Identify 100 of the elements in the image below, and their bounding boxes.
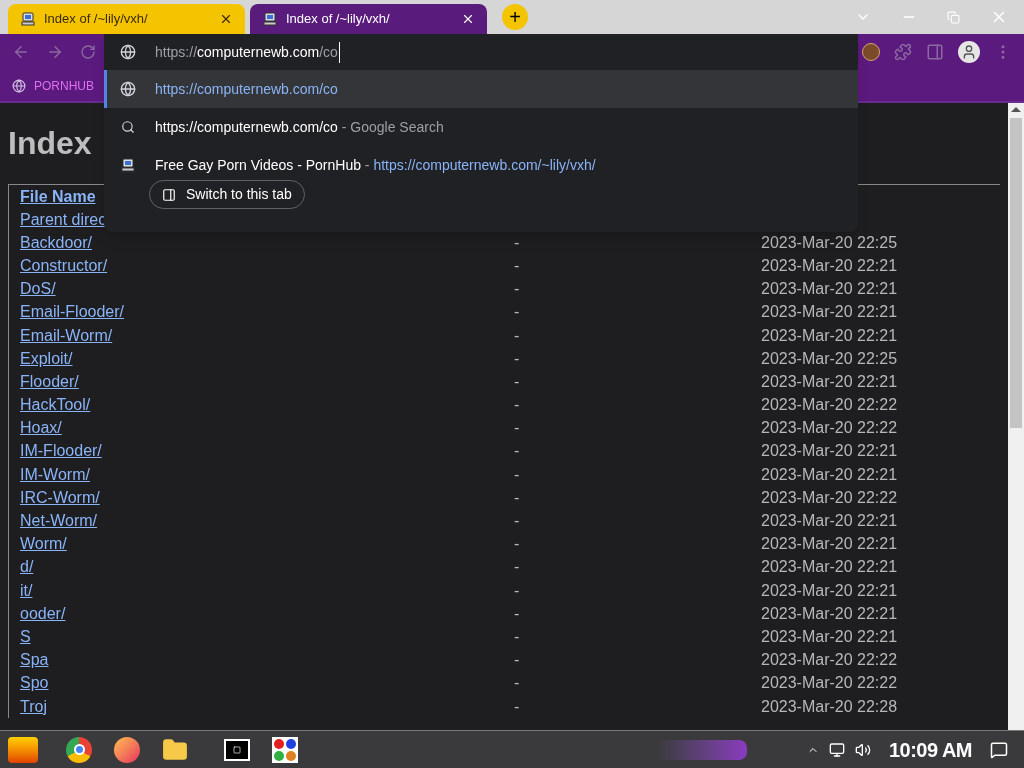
notification-icon[interactable]	[990, 740, 1008, 759]
file-size: -	[514, 651, 520, 669]
file-link[interactable]: ooder/	[20, 604, 66, 622]
tab-title: Index of /~lily/vxh/	[44, 10, 149, 29]
modified-date: 2023-Mar-20 22:21	[761, 442, 898, 460]
column-header[interactable]: File Name	[20, 184, 96, 209]
modified-date: 2023-Mar-20 22:21	[761, 604, 898, 622]
file-size: -	[514, 535, 520, 553]
modified-date: 2023-Mar-20 22:21	[761, 558, 898, 576]
new-tab-button[interactable]: +	[502, 4, 528, 30]
browser-tab[interactable]: Index of /~lily/vxh/	[250, 4, 487, 34]
suggestion-text: Free Gay Porn Videos - PornHub - https://computernewb.com/~lily/vxh/	[155, 155, 596, 175]
file-link[interactable]: Constructor/	[20, 256, 108, 274]
file-link[interactable]: Worm/	[20, 535, 67, 553]
file-size: -	[514, 419, 520, 437]
modified-date: 2023-Mar-20 22:22	[761, 488, 898, 506]
file-link[interactable]: Hoax/	[20, 419, 62, 437]
file-size: -	[514, 349, 520, 367]
file-size: -	[514, 233, 520, 251]
modified-date: 2023-Mar-20 22:22	[761, 651, 898, 669]
file-link[interactable]: Parent direc	[20, 210, 107, 228]
file-link[interactable]: Troj	[20, 697, 47, 715]
suggestion-row[interactable]: https://computernewb.com/co	[104, 70, 858, 108]
computer-icon	[120, 157, 136, 173]
globe-icon	[12, 78, 26, 93]
tab-title: Index of /~lily/vxh/	[286, 10, 391, 29]
file-size: -	[514, 326, 520, 344]
address-text: https://computernewb.com/co	[155, 41, 340, 63]
file-size: -	[514, 465, 520, 483]
file-link[interactable]: Spo	[20, 674, 49, 692]
file-size: -	[514, 512, 520, 530]
file-size: -	[514, 488, 520, 506]
app-icon[interactable]	[272, 736, 298, 763]
modified-date: 2023-Mar-20 22:22	[761, 419, 898, 437]
file-link[interactable]: Email-Worm/	[20, 326, 113, 344]
computer-icon	[20, 11, 36, 27]
modified-date: 2023-Mar-20 22:21	[761, 465, 898, 483]
modified-date: 2023-Mar-20 22:21	[761, 256, 898, 274]
clock[interactable]: 10:09 AM	[888, 734, 972, 765]
browser-tab[interactable]: Index of /~lily/vxh/	[8, 4, 245, 34]
file-link[interactable]: d/	[20, 558, 34, 576]
bookmark[interactable]: PORNHUB	[12, 76, 94, 95]
close-icon[interactable]	[461, 12, 475, 26]
file-link[interactable]: DoS/	[20, 280, 56, 298]
chrome-icon[interactable]	[66, 736, 92, 763]
file-link[interactable]: Backdoor/	[20, 233, 93, 251]
puzzle-icon[interactable]	[894, 43, 912, 61]
file-size: -	[514, 627, 520, 645]
modified-date: 2023-Mar-20 22:25	[761, 349, 898, 367]
suggestion-row[interactable]: https://computernewb.com/co - Google Search	[104, 108, 858, 146]
file-size: -	[514, 558, 520, 576]
modified-date: 2023-Mar-20 22:25	[761, 233, 898, 251]
file-size: -	[514, 256, 520, 274]
file-size: -	[514, 396, 520, 414]
file-link[interactable]: S	[20, 627, 31, 645]
suggestion-url: https://computernewb.com/co	[155, 79, 338, 99]
reload-icon[interactable]	[80, 44, 96, 60]
file-size: -	[514, 581, 520, 599]
file-link[interactable]: it/	[20, 581, 33, 599]
tab-icon	[162, 187, 176, 202]
modified-date: 2023-Mar-20 22:21	[761, 303, 898, 321]
file-size: -	[514, 604, 520, 622]
page-heading: Index	[8, 125, 92, 161]
file-size: -	[514, 303, 520, 321]
globe-icon	[120, 81, 136, 97]
modified-date: 2023-Mar-20 22:22	[761, 674, 898, 692]
volume-icon[interactable]	[854, 741, 871, 758]
file-link[interactable]: IM-Flooder/	[20, 442, 102, 460]
scrollbar[interactable]	[1008, 103, 1024, 730]
back-icon[interactable]	[12, 43, 30, 61]
modified-date: 2023-Mar-20 22:21	[761, 535, 898, 553]
file-size: -	[514, 372, 520, 390]
modified-date: 2023-Mar-20 22:21	[761, 326, 898, 344]
file-size: -	[514, 674, 520, 692]
profile-icon[interactable]	[958, 41, 980, 63]
globe-icon	[120, 44, 136, 60]
network-icon[interactable]	[828, 741, 845, 758]
computer-icon	[262, 11, 278, 27]
modified-date: 2023-Mar-20 22:21	[761, 627, 898, 645]
forward-icon[interactable]	[46, 43, 64, 61]
modified-date: 2023-Mar-20 22:21	[761, 581, 898, 599]
address-field[interactable]: https://computernewb.com/co	[104, 34, 858, 70]
suggestion-text: https://computernewb.com/co - Google Search	[155, 117, 444, 137]
file-link[interactable]: IM-Worm/	[20, 465, 90, 483]
file-link[interactable]: Email-Flooder/	[20, 303, 125, 321]
file-size: -	[514, 442, 520, 460]
folder-icon[interactable]	[162, 736, 188, 763]
modified-date: 2023-Mar-20 22:21	[761, 280, 898, 298]
file-link[interactable]: Exploit/	[20, 349, 73, 367]
file-link[interactable]: HackTool/	[20, 396, 91, 414]
file-link[interactable]: Spa	[20, 651, 49, 669]
suggestion-row[interactable]: Free Gay Porn Videos - PornHub - https://computernewb.com/~lily/vxh/ Switch to this tab	[104, 146, 858, 209]
modified-date: 2023-Mar-20 22:21	[761, 372, 898, 390]
file-link[interactable]: Flooder/	[20, 372, 79, 390]
file-size: -	[514, 280, 520, 298]
close-icon[interactable]	[219, 12, 233, 26]
file-link[interactable]: IRC-Worm/	[20, 488, 100, 506]
file-link[interactable]: Net-Worm/	[20, 512, 98, 530]
side-panel-icon[interactable]	[926, 43, 944, 61]
modified-date: 2023-Mar-20 22:28	[761, 697, 898, 715]
